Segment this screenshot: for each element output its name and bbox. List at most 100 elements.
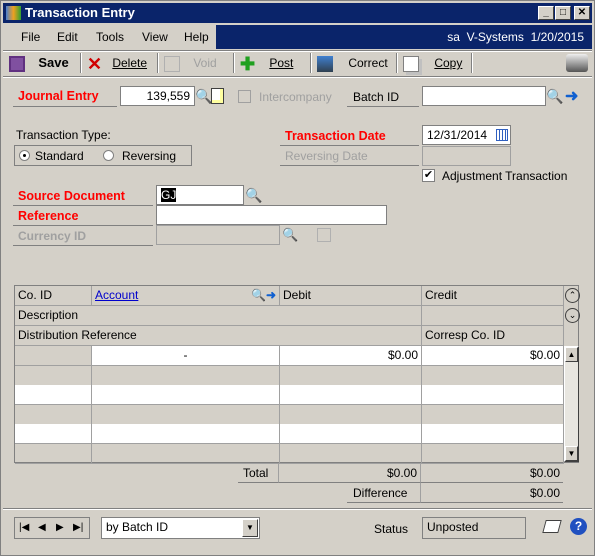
reversing-date-label: Reversing Date	[285, 149, 368, 163]
first-record-button[interactable]: |◀	[19, 518, 29, 538]
expand-rows-icon[interactable]: ⌄	[565, 308, 580, 323]
void-icon	[164, 55, 180, 72]
expand-arrow-icon[interactable]: ➜	[565, 86, 578, 106]
void-button[interactable]: Void	[164, 53, 217, 73]
divider	[233, 53, 235, 73]
total-credit: $0.00	[421, 463, 563, 483]
menu-edit[interactable]: Edit	[57, 30, 78, 44]
grid-cell-credit[interactable]	[422, 404, 564, 425]
note-icon[interactable]	[542, 520, 562, 533]
grid-cell-debit[interactable]	[280, 385, 422, 405]
reversing-date-input	[422, 146, 511, 166]
save-label: Save	[38, 55, 69, 70]
grid-cell-credit[interactable]	[422, 385, 564, 405]
expand-arrow-icon[interactable]: ➜	[266, 286, 276, 305]
divider	[396, 53, 398, 73]
grid-cell-debit[interactable]	[280, 443, 422, 464]
grid-cell-co-id[interactable]	[15, 424, 92, 444]
lookup-icon: 🔍	[282, 227, 299, 242]
chevron-down-icon[interactable]: ▼	[242, 519, 258, 537]
grid-cell-debit[interactable]	[280, 365, 422, 386]
sort-by-dropdown[interactable]: by Batch ID ▼	[101, 517, 260, 539]
grid-cell-account[interactable]	[92, 443, 280, 464]
grid-cell-account[interactable]: -	[92, 346, 280, 366]
app-icon	[6, 6, 21, 20]
grid-cell-co-id[interactable]	[15, 404, 92, 425]
grid-cell-co-id[interactable]	[15, 365, 92, 386]
copy-button[interactable]: Copy	[403, 53, 462, 73]
grid-cell-co-id[interactable]	[15, 346, 92, 366]
delete-button[interactable]: ✕ Delete	[87, 53, 147, 73]
distribution-grid: Co. ID Account ➜ 🔍 Debit Credit Descriptio…	[14, 285, 580, 464]
close-button[interactable]: ✕	[574, 6, 590, 20]
print-icon[interactable]	[566, 54, 588, 72]
lookup-icon[interactable]: 🔍	[195, 88, 212, 105]
help-icon[interactable]: ?	[570, 518, 587, 535]
batch-id-input[interactable]	[422, 86, 546, 106]
header-account[interactable]: Account ➜ 🔍	[92, 286, 280, 306]
scroll-down-button[interactable]: ▼	[565, 446, 578, 461]
currency-id-input	[156, 225, 280, 245]
grid-cell-account[interactable]	[92, 365, 280, 386]
calendar-icon[interactable]	[496, 129, 508, 141]
intercompany-checkbox[interactable]	[238, 90, 251, 103]
previous-record-button[interactable]: ◀	[38, 518, 46, 538]
lookup-icon[interactable]: 🔍	[251, 286, 266, 305]
menu-tools[interactable]: Tools	[96, 30, 124, 44]
post-label: Post	[269, 56, 294, 70]
minimize-button[interactable]: _	[538, 6, 554, 20]
menu-bar: File Edit Tools View Help sa V-Systems 1…	[3, 25, 592, 49]
save-button[interactable]: Save	[9, 53, 69, 73]
post-icon: ✚	[240, 53, 256, 74]
status-label: Status	[374, 522, 409, 536]
adjustment-checkbox[interactable]: ✔	[422, 169, 435, 182]
transaction-date-value: 12/31/2014	[427, 128, 488, 142]
divider	[3, 76, 592, 78]
grid-scrollbar[interactable]: ▲ ▼	[564, 346, 579, 462]
intercompany-label: Intercompany	[259, 90, 332, 104]
difference-value: $0.00	[421, 483, 563, 503]
grid-cell-debit[interactable]	[280, 404, 422, 425]
divider	[310, 53, 312, 73]
menu-view[interactable]: View	[142, 30, 168, 44]
reference-input[interactable]	[156, 205, 387, 225]
journal-entry-label: Journal Entry	[18, 89, 99, 103]
correct-button[interactable]: Correct	[317, 53, 388, 73]
grid-cell-credit[interactable]: $0.00	[422, 346, 564, 366]
grid-cell-co-id[interactable]	[15, 443, 92, 464]
next-record-button[interactable]: ▶	[56, 518, 64, 538]
last-record-button[interactable]: ▶|	[73, 518, 83, 538]
menu-file[interactable]: File	[21, 30, 40, 44]
grid-cell-credit[interactable]	[422, 365, 564, 386]
grid-cell-credit[interactable]	[422, 443, 564, 464]
post-button[interactable]: ✚ Post	[240, 53, 293, 73]
journal-entry-input[interactable]: 139,559	[120, 86, 195, 106]
grid-cell-account[interactable]	[92, 385, 280, 405]
grid-cell-credit[interactable]	[422, 424, 564, 444]
transaction-date-input[interactable]: 12/31/2014	[422, 125, 511, 145]
collapse-rows-icon[interactable]: ⌃	[565, 288, 580, 303]
grid-cell-debit[interactable]: $0.00	[280, 346, 422, 366]
window-title: Transaction Entry	[25, 5, 135, 20]
grid-cell-co-id[interactable]	[15, 385, 92, 405]
void-label: Void	[193, 56, 217, 70]
grid-cell-account[interactable]	[92, 404, 280, 425]
sort-by-value: by Batch ID	[106, 520, 169, 534]
new-document-icon[interactable]	[211, 88, 224, 104]
lookup-icon[interactable]: 🔍	[546, 88, 563, 105]
total-label: Total	[243, 466, 269, 480]
header-blank	[422, 306, 564, 326]
grid-cell-account[interactable]	[92, 424, 280, 444]
standard-radio[interactable]	[19, 150, 30, 161]
correct-label: Correct	[348, 56, 388, 70]
grid-cell-debit[interactable]	[280, 424, 422, 444]
scroll-up-button[interactable]: ▲	[565, 347, 578, 362]
menu-help[interactable]: Help	[184, 30, 209, 44]
divider	[3, 508, 592, 510]
account-link[interactable]: Account	[95, 288, 138, 302]
lookup-icon[interactable]: 🔍	[245, 187, 262, 204]
source-document-input[interactable]: GJ	[156, 185, 244, 205]
maximize-button[interactable]: □	[555, 6, 571, 20]
user-name: sa	[447, 30, 460, 44]
reversing-radio[interactable]	[103, 150, 114, 161]
